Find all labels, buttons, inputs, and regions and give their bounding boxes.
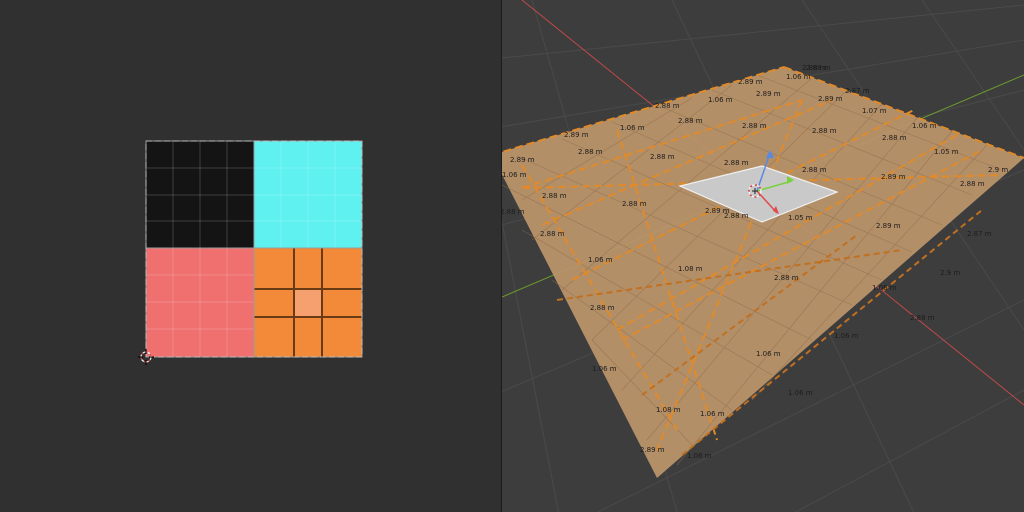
edge-length-label: 1.07 m (862, 107, 887, 115)
edge-length-label: 2.89 m (818, 95, 843, 103)
edge-length-label: 1.06 m (872, 284, 897, 292)
edge-length-label: 1.06 m (912, 122, 937, 130)
edge-length-label: 2.88 m (590, 304, 615, 312)
edge-length-label: 1.06 m (708, 96, 733, 104)
edge-length-label: 1.06 m (786, 73, 811, 81)
edge-length-label: 2.88 m (724, 212, 749, 220)
edge-length-label: 2.88 m (724, 159, 749, 167)
edge-length-label: 2.9 m (988, 166, 1008, 174)
edge-length-label: 2.89 m (510, 156, 535, 164)
edge-length-label: 2.88 m (774, 274, 799, 282)
edge-length-label: 1.06 m (502, 171, 527, 179)
edge-length-label: 1.05 m (788, 214, 813, 222)
edge-length-label: 2.89 m (564, 131, 589, 139)
edge-length-label: 2.89 m (756, 90, 781, 98)
edge-length-label: 2.88 m (882, 134, 907, 142)
edge-length-label: 1.06 m (788, 389, 813, 397)
uv-editor[interactable] (0, 0, 501, 512)
blender-workspace: 2.88 m 1.06 m 2.89 m 1.06 m 2.89 m 2.87 … (0, 0, 1024, 512)
orange-island[interactable] (254, 248, 362, 357)
edge-length-label: 2.87 m (845, 87, 870, 95)
edge-length-label: 2.88 m (960, 180, 985, 188)
edge-length-label: 2.88 m (678, 117, 703, 125)
edge-length-label: 1.06 m (588, 256, 613, 264)
edge-length-label: 1.06 m (687, 452, 712, 460)
edge-length-label: 1.08 m (656, 406, 681, 414)
edge-length-label: 2.88 m (655, 102, 680, 110)
edge-length-label: 2.88 m (542, 192, 567, 200)
edge-length-label: 2.88 m (806, 64, 831, 72)
edge-length-label: 2.88 m (802, 166, 827, 174)
viewport-canvas[interactable]: 2.88 m 1.06 m 2.89 m 1.06 m 2.89 m 2.87 … (502, 0, 1024, 512)
edge-length-label: 2.9 m (940, 269, 960, 277)
edge-length-label: 1.06 m (592, 365, 617, 373)
edge-length-label: 2.89 m (881, 173, 906, 181)
edge-length-label: 1.06 m (700, 410, 725, 418)
edge-length-label: 2.88 m (910, 314, 935, 322)
3d-viewport[interactable]: 2.88 m 1.06 m 2.89 m 1.06 m 2.89 m 2.87 … (502, 0, 1024, 512)
edge-length-label: 2.88 m (540, 230, 565, 238)
edge-length-label: 1.06 m (620, 124, 645, 132)
edge-length-label: 1.06 m (756, 350, 781, 358)
edge-length-label: 2.87 m (967, 230, 992, 238)
edge-length-label: 2.88 m (812, 127, 837, 135)
edge-length-label: 1.05 m (934, 148, 959, 156)
edge-length-label: 2.88 m (622, 200, 647, 208)
edge-length-label: 2.88 m (502, 208, 525, 216)
uv-canvas[interactable] (0, 0, 501, 512)
edge-length-label: 2.89 m (738, 78, 763, 86)
edge-length-label: 2.88 m (578, 148, 603, 156)
edge-length-label: 2.88 m (742, 122, 767, 130)
edge-length-label: 2.88 m (650, 153, 675, 161)
edge-length-label: 1.08 m (678, 265, 703, 273)
edge-length-label: 1.06 m (834, 332, 859, 340)
edge-length-label: 2.89 m (876, 222, 901, 230)
edge-length-label: 2.89 m (640, 446, 665, 454)
